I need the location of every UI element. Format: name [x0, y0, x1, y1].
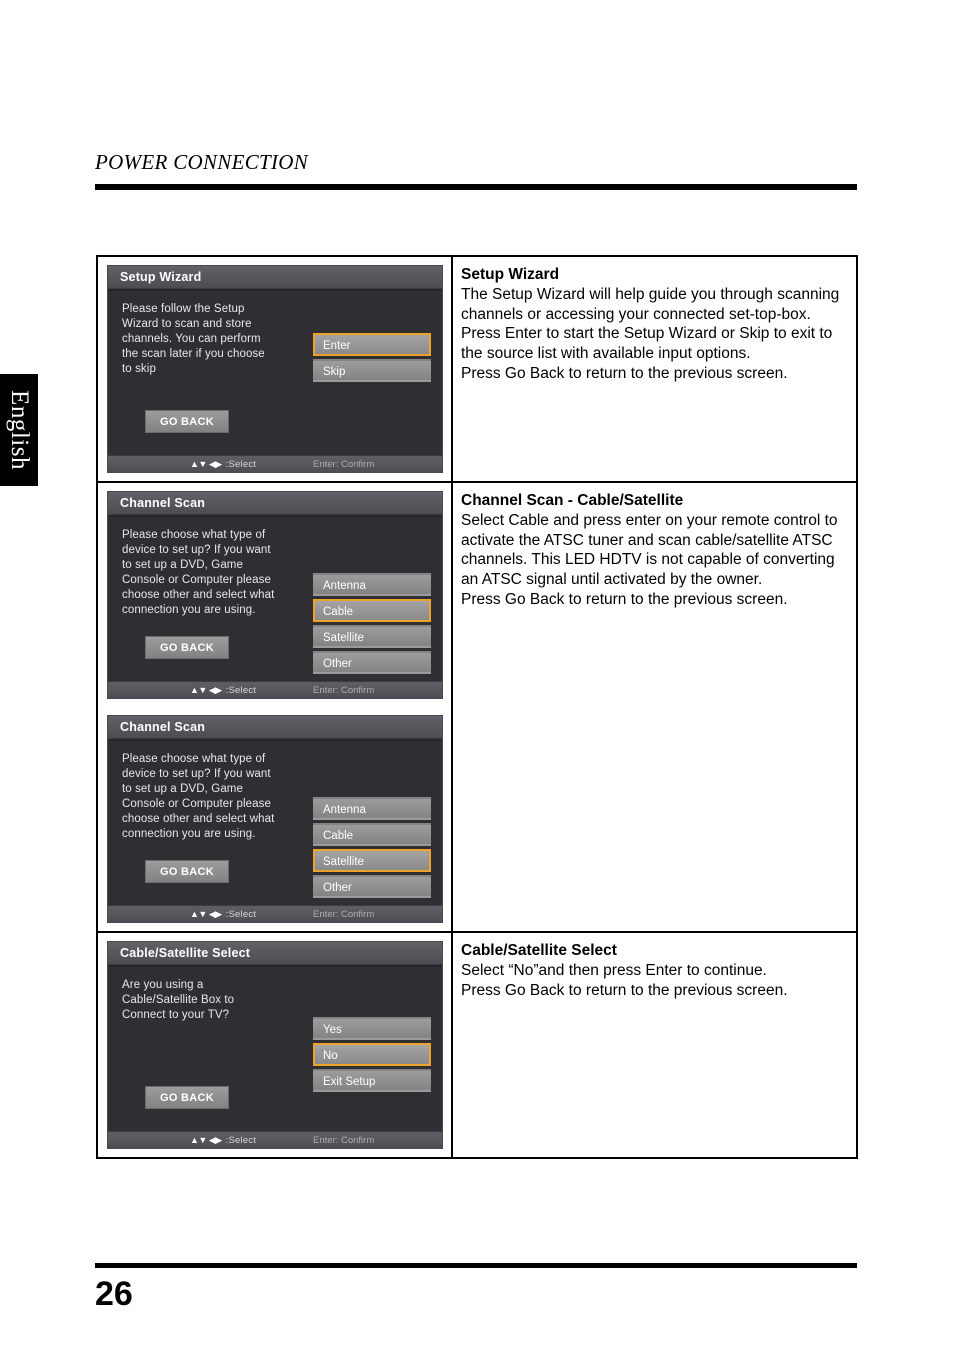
- dpad-arrows-icon: ▲▼ ◀▶: [190, 459, 222, 469]
- osd-option-antenna[interactable]: Antenna: [313, 573, 431, 596]
- osd-setup-wizard: Setup Wizard Please follow the Setup Wiz…: [107, 265, 443, 473]
- osd-title: Channel Scan: [108, 492, 442, 515]
- screenshot-cell: Cable/Satellite Select Are you using a C…: [96, 931, 453, 1159]
- osd-footer-confirm: Enter: Confirm: [313, 459, 375, 470]
- osd-message: Are you using a Cable/Satellite Box to C…: [122, 979, 235, 1021]
- osd-option-no[interactable]: No: [313, 1043, 431, 1066]
- table-row: Channel Scan Please choose what type of …: [96, 481, 858, 933]
- osd-footer-select-label: :Select: [225, 909, 257, 920]
- page-number: 26: [95, 1275, 133, 1313]
- osd-option-other[interactable]: Other: [313, 875, 431, 898]
- osd-message: Please follow the Setup Wizard to scan a…: [122, 303, 265, 375]
- osd-option-other[interactable]: Other: [313, 651, 431, 674]
- description-body: Select Cable and press enter on your rem…: [461, 511, 838, 609]
- dpad-arrows-icon: ▲▼ ◀▶: [190, 685, 222, 695]
- osd-option-exit-setup[interactable]: Exit Setup: [313, 1069, 431, 1092]
- description-title: Setup Wizard: [461, 266, 560, 283]
- table-row: Setup Wizard Please follow the Setup Wiz…: [96, 255, 858, 483]
- osd-option-cable[interactable]: Cable: [313, 823, 431, 846]
- osd-option-yes[interactable]: Yes: [313, 1017, 431, 1040]
- description-cell: Cable/Satellite Select Select “No”and th…: [451, 931, 858, 1159]
- osd-footer-select: ▲▼ ◀▶:Select: [190, 683, 256, 698]
- osd-option-antenna[interactable]: Antenna: [313, 797, 431, 820]
- osd-option-list: Antenna Cable Satellite Other: [313, 573, 431, 677]
- page-title: POWER CONNECTION: [95, 150, 309, 174]
- osd-footer-confirm: Enter: Confirm: [313, 685, 375, 696]
- dpad-arrows-icon: ▲▼ ◀▶: [190, 909, 222, 919]
- osd-title: Channel Scan: [108, 716, 442, 739]
- osd-footer: ▲▼ ◀▶:Select Enter: Confirm: [108, 905, 442, 922]
- description-body: The Setup Wizard will help guide you thr…: [461, 285, 840, 383]
- go-back-button[interactable]: GO BACK: [145, 636, 229, 659]
- table-row: Cable/Satellite Select Are you using a C…: [96, 931, 858, 1159]
- go-back-button[interactable]: GO BACK: [145, 1086, 229, 1109]
- description-cell: Setup Wizard The Setup Wizard will help …: [451, 255, 858, 483]
- osd-option-skip[interactable]: Skip: [313, 359, 431, 382]
- osd-body: Please choose what type of device to set…: [108, 739, 442, 905]
- osd-footer: ▲▼ ◀▶:Select Enter: Confirm: [108, 1131, 442, 1148]
- go-back-button[interactable]: GO BACK: [145, 860, 229, 883]
- description-body: Select “No”and then press Enter to conti…: [461, 961, 788, 999]
- dpad-arrows-icon: ▲▼ ◀▶: [190, 1135, 222, 1145]
- screenshot-cell: Setup Wizard Please follow the Setup Wiz…: [96, 255, 453, 483]
- osd-cable-satellite-select: Cable/Satellite Select Are you using a C…: [107, 941, 443, 1149]
- osd-option-list: Enter Skip: [313, 333, 431, 385]
- osd-footer-select-label: :Select: [225, 685, 257, 696]
- language-tab-label: English: [6, 390, 33, 470]
- osd-body: Please follow the Setup Wizard to scan a…: [108, 289, 442, 455]
- screenshot-wrap: Setup Wizard Please follow the Setup Wiz…: [98, 257, 451, 481]
- description-wrap: Setup Wizard The Setup Wizard will help …: [453, 257, 856, 394]
- screenshot-wrap: Cable/Satellite Select Are you using a C…: [98, 933, 451, 1157]
- description-wrap: Cable/Satellite Select Select “No”and th…: [453, 933, 856, 1010]
- osd-title: Cable/Satellite Select: [108, 942, 442, 965]
- osd-option-list: Antenna Cable Satellite Other: [313, 797, 431, 901]
- description-cell: Channel Scan - Cable/Satellite Select Ca…: [451, 481, 858, 933]
- instruction-table: Setup Wizard Please follow the Setup Wiz…: [96, 255, 858, 1159]
- osd-footer: ▲▼ ◀▶:Select Enter: Confirm: [108, 455, 442, 472]
- osd-body: Are you using a Cable/Satellite Box to C…: [108, 965, 442, 1131]
- osd-option-satellite[interactable]: Satellite: [313, 849, 431, 872]
- osd-option-list: Yes No Exit Setup: [313, 1017, 431, 1095]
- osd-footer-select: ▲▼ ◀▶:Select: [190, 907, 256, 922]
- osd-channel-scan-cable: Channel Scan Please choose what type of …: [107, 491, 443, 699]
- osd-footer-select-label: :Select: [225, 1135, 257, 1146]
- screenshot-wrap: Channel Scan Please choose what type of …: [98, 483, 451, 931]
- osd-message: Please choose what type of device to set…: [122, 529, 275, 616]
- header-rule: [95, 184, 857, 190]
- osd-footer: ▲▼ ◀▶:Select Enter: Confirm: [108, 681, 442, 698]
- osd-option-enter[interactable]: Enter: [313, 333, 431, 356]
- osd-footer-confirm: Enter: Confirm: [313, 1135, 375, 1146]
- language-tab: English: [0, 374, 38, 486]
- footer-rule: [95, 1263, 857, 1268]
- osd-footer-select: ▲▼ ◀▶:Select: [190, 457, 256, 472]
- osd-message: Please choose what type of device to set…: [122, 753, 275, 840]
- osd-footer-confirm: Enter: Confirm: [313, 909, 375, 920]
- osd-option-cable[interactable]: Cable: [313, 599, 431, 622]
- go-back-button[interactable]: GO BACK: [145, 410, 229, 433]
- osd-footer-select: ▲▼ ◀▶:Select: [190, 1133, 256, 1148]
- osd-option-satellite[interactable]: Satellite: [313, 625, 431, 648]
- osd-body: Please choose what type of device to set…: [108, 515, 442, 681]
- osd-channel-scan-satellite: Channel Scan Please choose what type of …: [107, 715, 443, 923]
- osd-title: Setup Wizard: [108, 266, 442, 289]
- description-title: Channel Scan - Cable/Satellite: [461, 492, 684, 509]
- description-wrap: Channel Scan - Cable/Satellite Select Ca…: [453, 483, 856, 620]
- osd-footer-select-label: :Select: [225, 459, 257, 470]
- description-title: Cable/Satellite Select: [461, 942, 617, 959]
- screenshot-cell: Channel Scan Please choose what type of …: [96, 481, 453, 933]
- page-header: POWER CONNECTION: [95, 150, 857, 175]
